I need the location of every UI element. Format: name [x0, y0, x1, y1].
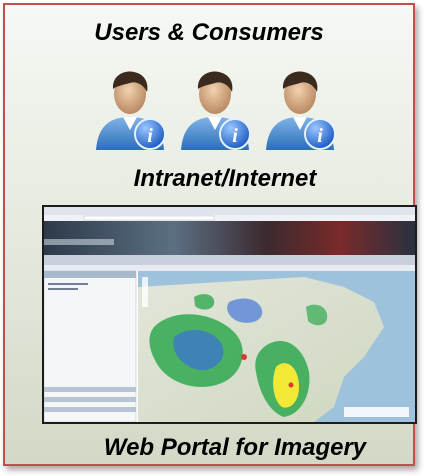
- svg-text:i: i: [147, 125, 153, 147]
- user-info-icon: i: [175, 62, 255, 154]
- intranet-internet-label: Intranet/Internet: [133, 165, 317, 192]
- users-group: i i i: [5, 62, 413, 162]
- portal-screenshot-image: [44, 207, 415, 422]
- svg-text:i: i: [317, 125, 323, 147]
- user-info-icon: i: [90, 62, 170, 154]
- web-portal-caption: Web Portal for Imagery: [103, 434, 367, 461]
- portal-screenshot: [42, 205, 417, 424]
- users-consumers-heading: Users & Consumers: [94, 19, 324, 46]
- web-portal-panel: Users & Consumers i i i Intranet/Interne…: [3, 3, 417, 466]
- user-info-icon: i: [260, 62, 340, 154]
- svg-text:i: i: [232, 125, 238, 147]
